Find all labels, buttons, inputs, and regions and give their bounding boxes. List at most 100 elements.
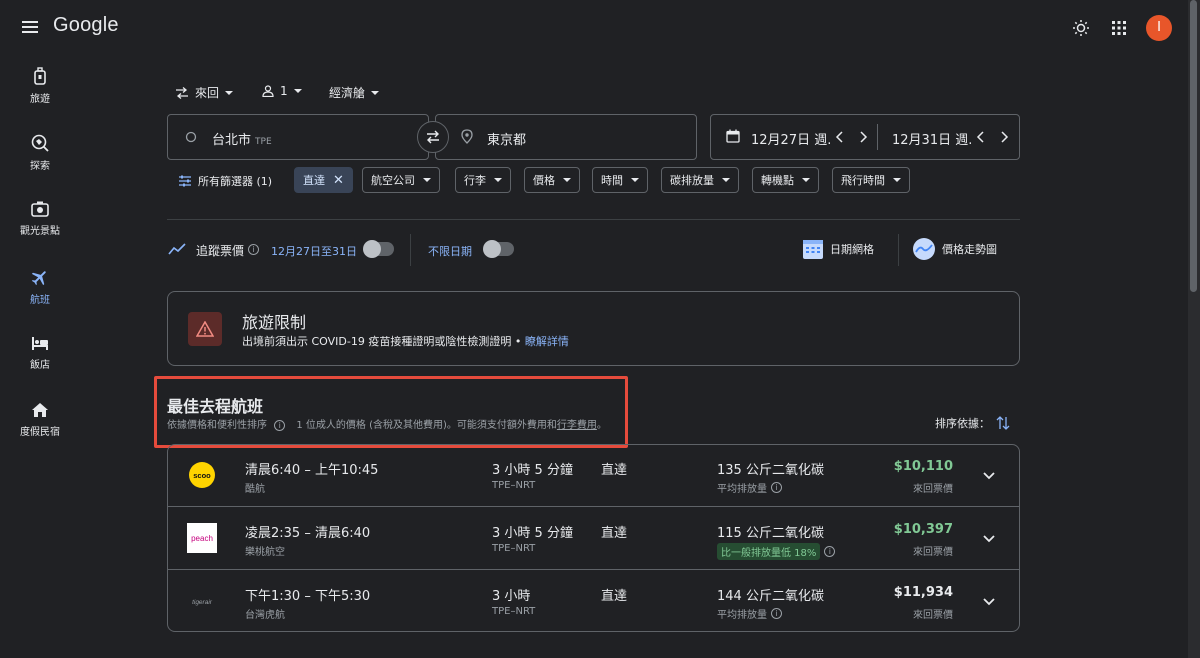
chevron-left-icon[interactable] [976,131,986,143]
chevron-down-icon[interactable] [981,593,997,609]
filter-chip-price[interactable]: 價格 [524,167,580,193]
info-icon[interactable]: i [771,482,782,493]
chip-label: 碳排放量 [670,174,714,187]
filter-chip-bags[interactable]: 行李 [455,167,511,193]
scrollbar-thumb[interactable] [1190,0,1197,292]
info-icon[interactable]: i [274,420,286,431]
hotel-icon [32,337,48,350]
close-icon[interactable]: ✕ [333,173,344,188]
flight-row[interactable]: tigerair 下午1:30 – 下午5:30 台灣虎航 3 小時 TPE–N… [168,571,1019,631]
learn-more-link[interactable]: 瞭解詳情 [525,335,569,348]
filter-chip-emissions[interactable]: 碳排放量 [661,167,739,193]
flight-row[interactable]: scoo 清晨6:40 – 上午10:45 酷航 3 小時 5 分鐘 TPE–N… [168,445,1019,507]
apps-grid-icon[interactable] [1109,18,1129,38]
chip-label: 行李 [464,174,486,187]
sort-by-button[interactable]: 排序依據： [935,415,1010,431]
airline-name: 樂桃航空 [245,547,285,558]
google-logo[interactable]: Google [53,14,119,37]
peach-logo-icon: peach [187,523,217,553]
flight-times: 下午1:30 – 下午5:30 [245,589,371,604]
sidebar-item-label: 旅遊 [30,94,50,105]
airline-name: 台灣虎航 [245,610,285,621]
person-icon [262,85,274,97]
return-date[interactable]: 12月31日 週. [892,129,972,148]
chevron-left-icon[interactable] [835,131,845,143]
flight-results-list: scoo 清晨6:40 – 上午10:45 酷航 3 小時 5 分鐘 TPE–N… [167,444,1020,632]
sidebar-item-label: 飯店 [30,360,50,371]
origin-value: 台北市 TPE [212,133,272,148]
home-icon [32,403,48,417]
info-icon[interactable]: i [824,546,836,557]
filter-chip-airlines[interactable]: 航空公司 [362,167,440,193]
date-divider [877,124,878,150]
baggage-fees-link[interactable]: 行李費用 [557,420,597,431]
caret-down-icon [893,178,901,182]
track-prices-toggle[interactable] [363,240,394,258]
co2-note: 比一般排放量低 18% i [717,543,836,560]
all-filters-label: 所有篩選器 (1) [198,175,273,188]
sidebar-item-explore[interactable]: 探索 [0,133,80,172]
best-flights-subtitle: 依據價格和便利性排序 i 1 位成人的價格 (含稅及其他費用)。可能須支付額外費… [167,420,607,431]
menu-icon[interactable] [20,18,40,38]
sidebar-item-attractions[interactable]: 觀光景點 [0,200,80,237]
origin-circle-icon [185,131,197,143]
sidebar-item-label: 度假民宿 [20,427,60,438]
chevron-right-icon[interactable] [999,131,1009,143]
sidebar-item-travel[interactable]: 旅遊 [0,66,80,105]
luggage-icon [34,67,46,85]
sidebar-item-flights[interactable]: 航班 [0,267,80,306]
tigerair-logo-icon: tigerair [192,599,213,606]
info-icon[interactable]: i [771,608,782,619]
filter-chip-connecting-airports[interactable]: 轉機點 [752,167,819,193]
flight-stops: 直達 [601,463,628,478]
date-grid-icon [803,240,823,259]
sidebar-item-label: 航班 [30,295,50,306]
info-icon[interactable]: i [248,244,259,255]
co2-emissions: 115 公斤二氧化碳 [717,526,824,541]
filter-chip-duration[interactable]: 飛行時間 [832,167,910,193]
sidebar-item-hotels[interactable]: 飯店 [0,334,80,371]
avatar[interactable]: I [1146,15,1172,41]
airline-name: 酷航 [245,484,265,495]
chevron-down-icon[interactable] [981,530,997,546]
price-graph-label: 價格走勢圖 [942,243,997,256]
chip-label: 航空公司 [371,174,415,187]
sidebar-item-vacation-rentals[interactable]: 度假民宿 [0,401,80,438]
caret-down-icon [423,178,431,182]
flight-route: TPE–NRT [492,543,536,554]
chevron-down-icon[interactable] [981,467,997,483]
co2-emissions: 135 公斤二氧化碳 [717,463,824,478]
destination-field[interactable] [435,114,697,160]
swap-locations-button[interactable] [417,121,449,153]
sort-icon [996,416,1010,430]
flight-price: $10,110 [893,459,953,474]
flight-stops: 直達 [601,589,628,604]
swap-arrows-icon [427,130,439,144]
flight-duration: 3 小時 5 分鐘 [492,463,573,478]
all-filters-button[interactable]: 所有篩選器 (1) [178,173,272,189]
date-grid-label: 日期網格 [830,243,874,256]
scoot-logo-icon: scoo [189,462,215,488]
track-prices-label: 追蹤票價 [196,244,245,258]
trip-type-select[interactable]: 來回 [175,84,234,101]
flight-route: TPE–NRT [492,606,536,617]
lower-emissions-badge: 比一般排放量低 18% [717,543,821,560]
theme-icon[interactable] [1071,18,1091,38]
filter-chip-direct[interactable]: 直達 ✕ [294,167,353,193]
swap-arrows-icon [176,86,188,99]
any-dates-toggle[interactable] [483,240,514,258]
date-grid-button[interactable]: 日期網格 [802,238,874,260]
chevron-right-icon[interactable] [858,131,868,143]
price-graph-button[interactable]: 價格走勢圖 [912,237,997,261]
flight-row[interactable]: peach 凌晨2:35 – 清晨6:40 樂桃航空 3 小時 5 分鐘 TPE… [168,508,1019,570]
flight-duration: 3 小時 5 分鐘 [492,526,573,541]
passengers-select[interactable]: 1 [262,84,302,98]
cabin-select[interactable]: 經濟艙 [329,84,380,101]
filter-chip-times[interactable]: 時間 [592,167,648,193]
warning-icon [188,312,222,346]
any-dates-label: 不限日期 [428,245,472,258]
origin-field[interactable] [167,114,429,160]
filter-sliders-icon [179,175,191,187]
depart-date[interactable]: 12月27日 週. [751,129,831,148]
svg-text:tigerair: tigerair [192,599,213,606]
